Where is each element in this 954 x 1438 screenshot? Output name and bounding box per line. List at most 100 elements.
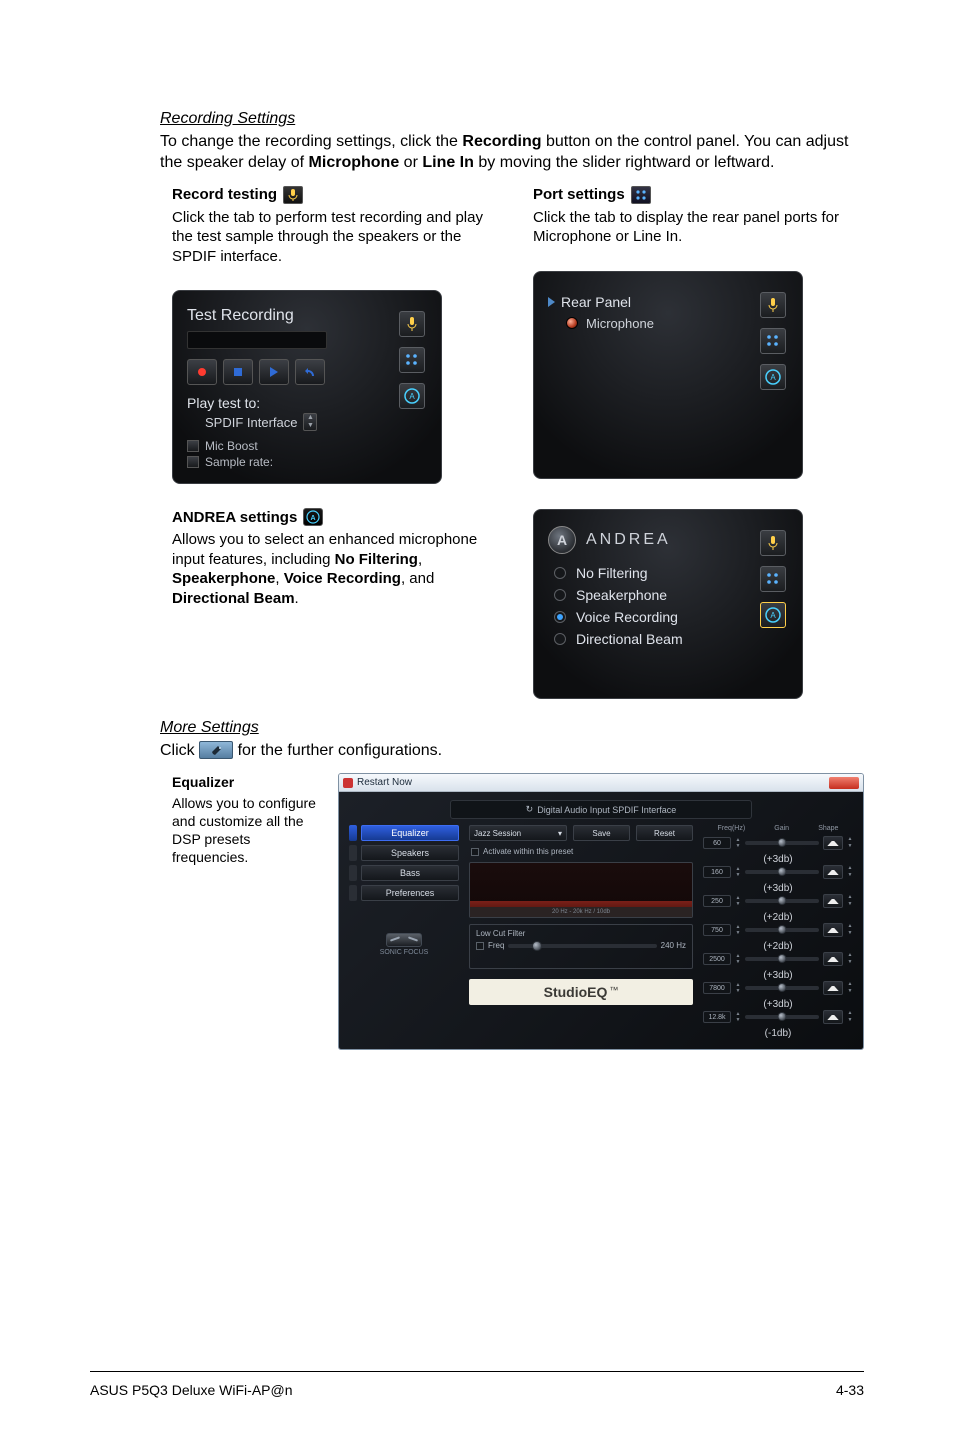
freq-stepper[interactable]: ▲▼ bbox=[735, 837, 741, 849]
label: Port settings bbox=[533, 186, 625, 203]
band-db: (+3db) bbox=[703, 999, 853, 1010]
text: , bbox=[275, 570, 283, 587]
gain-slider[interactable] bbox=[745, 899, 819, 903]
radio-directional-beam[interactable] bbox=[554, 633, 566, 645]
text: or bbox=[399, 154, 422, 171]
text: Allows you to select an enhanced microph… bbox=[172, 531, 477, 568]
freq-stepper[interactable]: ▲▼ bbox=[735, 1011, 741, 1023]
text-bold: Line In bbox=[422, 154, 474, 171]
col-gain: Gain bbox=[774, 825, 789, 832]
option-label: No Filtering bbox=[576, 565, 648, 581]
gain-slider[interactable] bbox=[745, 928, 819, 932]
freq-stepper[interactable]: ▲▼ bbox=[735, 953, 741, 965]
recording-name-input[interactable] bbox=[187, 331, 327, 349]
shape-stepper[interactable]: ▲▼ bbox=[847, 836, 853, 850]
eq-graph[interactable]: 20 Hz - 20k Hz / 10db bbox=[469, 862, 693, 918]
mic-boost-label: Mic Boost bbox=[205, 439, 258, 453]
record-testing-heading: Record testing bbox=[172, 186, 503, 204]
radio-no-filtering[interactable] bbox=[554, 567, 566, 579]
radio-voice-recording[interactable] bbox=[554, 611, 566, 623]
gain-slider[interactable] bbox=[745, 1015, 819, 1019]
text: , bbox=[418, 551, 422, 568]
equalizer-description: Equalizer Allows you to configure and cu… bbox=[172, 773, 322, 1050]
band-freq[interactable]: 12.8k bbox=[703, 1011, 731, 1023]
shape-button[interactable] bbox=[823, 836, 843, 850]
andrea-tab-icon[interactable]: A bbox=[399, 383, 425, 409]
col-shape: Shape bbox=[818, 825, 838, 832]
shape-stepper[interactable]: ▲▼ bbox=[847, 894, 853, 908]
play-test-value: SPDIF Interface bbox=[205, 415, 297, 430]
tab-speakers[interactable]: Speakers bbox=[361, 845, 459, 861]
shape-button[interactable] bbox=[823, 894, 843, 908]
option-label: Speakerphone bbox=[576, 587, 667, 603]
window-icon bbox=[343, 778, 353, 788]
test-recording-panel: Test Recording bbox=[172, 290, 442, 484]
text-bold: Speakerphone bbox=[172, 570, 275, 587]
mic-tab-icon[interactable] bbox=[760, 530, 786, 556]
tab-equalizer[interactable]: Equalizer bbox=[361, 825, 459, 841]
freq-stepper[interactable]: ▲▼ bbox=[735, 924, 741, 936]
svg-text:A: A bbox=[311, 515, 316, 522]
studio-eq-logo: StudioEQ™ bbox=[469, 979, 693, 1005]
stop-button[interactable] bbox=[223, 359, 253, 385]
undo-button[interactable] bbox=[295, 359, 325, 385]
freq-stepper[interactable]: ▲▼ bbox=[735, 866, 741, 878]
text-bold: Directional Beam bbox=[172, 590, 295, 607]
port-tab-icon[interactable] bbox=[760, 566, 786, 592]
shape-stepper[interactable]: ▲▼ bbox=[847, 865, 853, 879]
shape-button[interactable] bbox=[823, 923, 843, 937]
shape-stepper[interactable]: ▲▼ bbox=[847, 952, 853, 966]
shape-stepper[interactable]: ▲▼ bbox=[847, 981, 853, 995]
band-freq[interactable]: 2500 bbox=[703, 953, 731, 965]
eq-band-row: 12.8k ▲▼ ▲▼ bbox=[703, 1010, 853, 1024]
window-titlebar[interactable]: Restart Now bbox=[339, 774, 863, 792]
mic-boost-checkbox[interactable] bbox=[187, 440, 199, 452]
gain-slider[interactable] bbox=[745, 957, 819, 961]
window-close-button[interactable] bbox=[829, 777, 859, 789]
freq-stepper[interactable]: ▲▼ bbox=[735, 982, 741, 994]
rear-panel-title: Rear Panel bbox=[561, 294, 631, 310]
band-freq[interactable]: 60 bbox=[703, 837, 731, 849]
port-tab-icon[interactable] bbox=[399, 347, 425, 373]
expand-icon[interactable] bbox=[548, 297, 555, 307]
studio-eq-text: StudioEQ bbox=[544, 984, 608, 1000]
preset-dropdown[interactable]: Jazz Session▾ bbox=[469, 825, 567, 841]
play-target-stepper[interactable]: ▲▼ bbox=[303, 413, 317, 431]
low-cut-slider[interactable] bbox=[508, 944, 656, 948]
play-button[interactable] bbox=[259, 359, 289, 385]
device-strip[interactable]: ↻ Digital Audio Input SPDIF Interface bbox=[450, 800, 752, 819]
save-button[interactable]: Save bbox=[573, 825, 630, 841]
shape-button[interactable] bbox=[823, 1010, 843, 1024]
band-freq[interactable]: 7800 bbox=[703, 982, 731, 994]
tab-bass[interactable]: Bass bbox=[361, 865, 459, 881]
freq-stepper[interactable]: ▲▼ bbox=[735, 895, 741, 907]
band-freq[interactable]: 250 bbox=[703, 895, 731, 907]
low-cut-freq-label: Freq bbox=[488, 941, 504, 950]
radio-speakerphone[interactable] bbox=[554, 589, 566, 601]
shape-button[interactable] bbox=[823, 981, 843, 995]
band-freq[interactable]: 160 bbox=[703, 866, 731, 878]
shape-button[interactable] bbox=[823, 865, 843, 879]
andrea-tab-icon[interactable]: A bbox=[760, 364, 786, 390]
preset-value: Jazz Session bbox=[474, 829, 521, 838]
mic-tab-icon[interactable] bbox=[399, 311, 425, 337]
gain-slider[interactable] bbox=[745, 841, 819, 845]
andrea-tab-icon[interactable]: A bbox=[760, 602, 786, 628]
shape-stepper[interactable]: ▲▼ bbox=[847, 923, 853, 937]
gain-slider[interactable] bbox=[745, 986, 819, 990]
text-bold: Recording bbox=[462, 133, 541, 150]
mic-tab-icon[interactable] bbox=[760, 292, 786, 318]
low-cut-value: 240 Hz bbox=[661, 941, 686, 950]
band-db: (+3db) bbox=[703, 970, 853, 981]
tab-preferences[interactable]: Preferences bbox=[361, 885, 459, 901]
low-cut-checkbox[interactable] bbox=[476, 942, 484, 950]
shape-button[interactable] bbox=[823, 952, 843, 966]
gain-slider[interactable] bbox=[745, 870, 819, 874]
reset-button[interactable]: Reset bbox=[636, 825, 693, 841]
sample-rate-checkbox[interactable] bbox=[187, 456, 199, 468]
activate-checkbox[interactable] bbox=[471, 848, 479, 856]
port-tab-icon[interactable] bbox=[760, 328, 786, 354]
shape-stepper[interactable]: ▲▼ bbox=[847, 1010, 853, 1024]
record-button[interactable] bbox=[187, 359, 217, 385]
band-freq[interactable]: 750 bbox=[703, 924, 731, 936]
